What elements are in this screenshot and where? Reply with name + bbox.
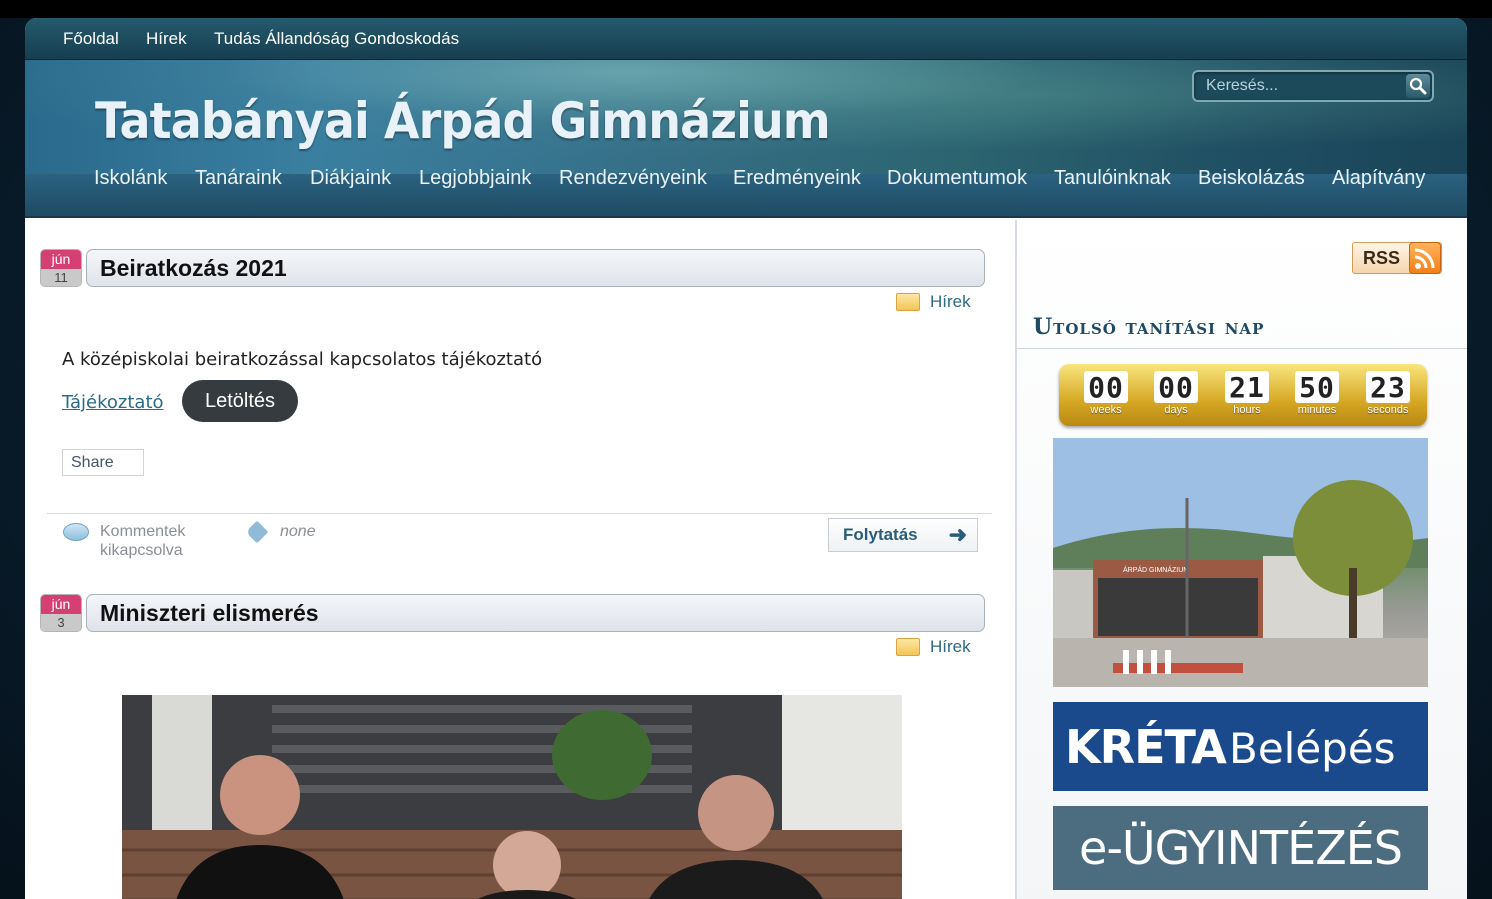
nav-tanaraink[interactable]: Tanáraink [195, 167, 282, 190]
folder-icon [896, 293, 920, 311]
share-button[interactable]: Share [62, 449, 144, 476]
post-separator [47, 513, 992, 514]
post-title[interactable]: Beiratkozás 2021 [86, 249, 985, 287]
countdown-days-label: days [1164, 404, 1188, 416]
comment-bubble-icon [63, 523, 89, 541]
countdown-days: 00 days [1154, 371, 1198, 419]
top-nav-motto[interactable]: Tudás Állandóság Gondoskodás [214, 29, 459, 49]
main-nav: Iskolánk Tanáraink Diákjaink Legjobbjain… [25, 167, 1467, 218]
post-text: A középiskolai beiratkozással kapcsolato… [62, 349, 543, 370]
kreta-login-banner[interactable]: KRÉTA Belépés [1053, 702, 1428, 791]
school-sign: ÁRPÁD GIMNÁZIUM [1123, 565, 1189, 574]
download-button[interactable]: Letöltés [182, 380, 298, 422]
rss-label: RSS [1363, 248, 1401, 268]
top-nav-news[interactable]: Hírek [146, 29, 187, 49]
e-ugyintezes-banner[interactable]: e-ÜGYINTÉZÉS [1053, 806, 1428, 890]
post-date-month: jún [41, 595, 81, 614]
countdown-days-value: 00 [1154, 371, 1198, 404]
content-area: jún 11 Beiratkozás 2021 Hírek A középisk… [25, 220, 1015, 899]
rss-feed-icon [1409, 242, 1441, 274]
top-nav-home[interactable]: Főoldal [63, 29, 119, 49]
post-tags: none [280, 523, 316, 540]
nav-iskolank[interactable]: Iskolánk [94, 167, 167, 190]
countdown-minutes-value: 50 [1295, 371, 1339, 404]
school-building-photo: ÁRPÁD GIMNÁZIUM [1053, 438, 1428, 687]
post-category-label: Hírek [930, 292, 971, 311]
comments-status: Kommentek kikapcsolva [100, 523, 186, 559]
window-top-edge [0, 0, 1492, 18]
countdown-timer: 00 weeks 00 days 21 hours 50 minutes 23 … [1059, 364, 1427, 426]
countdown-weeks-value: 00 [1084, 371, 1128, 404]
post-category-label: Hírek [930, 637, 971, 656]
post-date: jún 11 [40, 249, 82, 287]
nav-dokumentumok[interactable]: Dokumentumok [887, 167, 1027, 190]
post-category[interactable]: Hírek [896, 636, 971, 658]
read-more-button[interactable]: Folytatás ➜ [828, 518, 978, 552]
search-icon [1409, 77, 1427, 95]
nav-tanuloinknak[interactable]: Tanulóinknak [1054, 167, 1171, 190]
countdown-weeks-label: weeks [1090, 404, 1122, 416]
read-more-label: Folytatás [843, 525, 918, 544]
nav-diakjaink[interactable]: Diákjaink [310, 167, 391, 190]
search-input[interactable] [1194, 72, 1402, 100]
post-date-day: 11 [41, 269, 81, 286]
countdown-seconds: 23 seconds [1366, 371, 1410, 419]
countdown-seconds-value: 23 [1366, 371, 1410, 404]
post-date: jún 3 [40, 594, 82, 632]
countdown-hours: 21 hours [1225, 371, 1269, 419]
kreta-logo: KRÉTA [1065, 720, 1227, 774]
countdown-weeks: 00 weeks [1084, 371, 1128, 419]
widget-divider [1017, 348, 1467, 349]
header-banner: Tatabányai Árpád Gimnázium [25, 60, 1467, 174]
tag-icon [245, 520, 269, 544]
rss-button[interactable]: RSS [1352, 242, 1442, 274]
sidebar: RSS Utolsó tanítási nap 00 weeks 00 days [1015, 220, 1467, 899]
site-title[interactable]: Tatabányai Árpád Gimnázium [95, 92, 831, 150]
nav-eredmenyeink[interactable]: Eredményeink [733, 167, 861, 190]
post-category[interactable]: Hírek [896, 291, 971, 313]
top-nav: Főoldal Hírek Tudás Állandóság Gondoskod… [25, 18, 1467, 60]
arrow-right-icon: ➜ [948, 522, 967, 547]
nav-legjobbjaink[interactable]: Legjobbjaink [419, 167, 531, 190]
search-button[interactable] [1406, 74, 1430, 98]
countdown-widget-title: Utolsó tanítási nap [1033, 314, 1265, 340]
countdown-minutes: 50 minutes [1295, 371, 1339, 419]
folder-icon [896, 638, 920, 656]
kreta-login-label: Belépés [1229, 724, 1396, 773]
post-date-day: 3 [41, 614, 81, 631]
countdown-hours-value: 21 [1225, 371, 1269, 404]
nav-rendezvenyeink[interactable]: Rendezvényeink [559, 167, 707, 190]
post-title[interactable]: Miniszteri elismerés [86, 594, 985, 632]
search-box [1192, 70, 1434, 102]
countdown-minutes-label: minutes [1297, 404, 1337, 416]
nav-beiskolazas[interactable]: Beiskolázás [1198, 167, 1305, 190]
post-date-month: jún [41, 250, 81, 269]
post-photo [122, 695, 902, 899]
info-link[interactable]: Tájékoztató [62, 392, 164, 413]
countdown-hours-label: hours [1233, 404, 1261, 416]
page: Főoldal Hírek Tudás Állandóság Gondoskod… [25, 18, 1467, 899]
nav-alapitvany[interactable]: Alapítvány [1332, 167, 1425, 190]
countdown-seconds-label: seconds [1367, 404, 1409, 416]
